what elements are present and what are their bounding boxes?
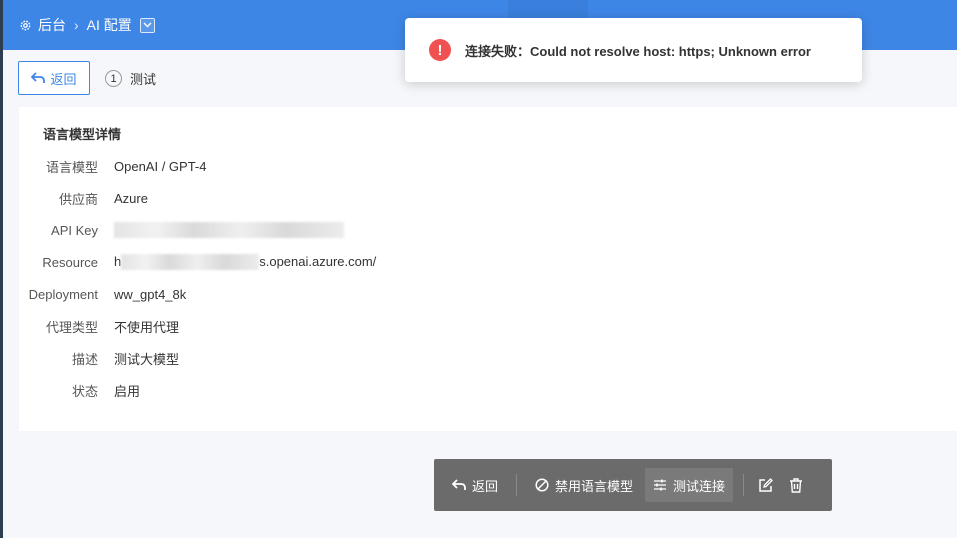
test-connection-button[interactable]: 测试连接	[645, 468, 734, 502]
field-value: 测试大模型	[114, 351, 180, 367]
return-icon	[452, 479, 466, 491]
field-label: API Key	[51, 222, 98, 238]
breadcrumb-ai-config[interactable]: AI 配置	[87, 15, 155, 35]
field-status: 状态 启用	[19, 380, 140, 400]
field-value: Azure	[114, 190, 148, 206]
gear-icon	[19, 19, 32, 32]
field-value: ww_gpt4_8k	[114, 286, 187, 302]
test-connection-label: 测试连接	[673, 478, 726, 494]
field-value-redacted	[114, 222, 344, 239]
breadcrumb-home-label: 后台	[38, 17, 66, 33]
back-button-label: 返回	[50, 71, 77, 87]
field-value: 启用	[114, 383, 141, 399]
resource-prefix: h	[114, 253, 122, 269]
action-back-button[interactable]: 返回	[444, 468, 506, 502]
breadcrumb-ai-config-label: AI 配置	[86, 17, 132, 33]
field-label: 描述	[71, 351, 98, 367]
error-toast: ! 连接失败：Could not resolve host: https; Un…	[405, 18, 862, 82]
field-value: 不使用代理	[114, 319, 180, 335]
field-value: h s.openai.azure.com/	[114, 254, 376, 271]
error-icon: !	[429, 39, 451, 61]
sliders-icon	[653, 479, 667, 491]
field-api-key: API Key	[19, 220, 344, 240]
breadcrumb: 后台 › AI 配置	[19, 0, 155, 50]
field-deployment: Deployment ww_gpt4_8k	[19, 284, 187, 304]
divider	[516, 474, 518, 496]
toast-message: 连接失败：Could not resolve host: https; Unkn…	[465, 43, 811, 59]
edit-icon	[758, 477, 773, 493]
step-number: 1	[105, 70, 122, 87]
field-label: Deployment	[28, 286, 98, 302]
redacted-block	[114, 222, 344, 239]
edit-button[interactable]	[750, 468, 781, 502]
left-edge	[0, 0, 3, 538]
action-bar: 返回 禁用语言模型 测试连接	[434, 459, 832, 511]
field-model: 语言模型 OpenAI / GPT-4	[19, 156, 207, 176]
detail-card: 语言模型详情 语言模型 OpenAI / GPT-4 供应商 Azure API…	[19, 107, 957, 431]
back-button[interactable]: 返回	[18, 61, 90, 95]
redacted-block	[121, 254, 260, 271]
disable-model-label: 禁用语言模型	[555, 478, 634, 494]
field-label: 供应商	[58, 191, 98, 207]
field-provider: 供应商 Azure	[19, 188, 148, 208]
breadcrumb-home[interactable]: 后台	[19, 15, 66, 35]
field-proxy-type: 代理类型 不使用代理	[19, 316, 179, 336]
field-resource: Resource h s.openai.azure.com/	[19, 252, 376, 272]
chevron-down-icon[interactable]	[139, 17, 155, 33]
step-indicator: 1 测试	[105, 69, 156, 88]
divider	[743, 474, 745, 496]
action-back-label: 返回	[472, 478, 499, 494]
detail-title: 语言模型详情	[43, 127, 122, 142]
return-icon	[31, 72, 46, 84]
step-label: 测试	[130, 72, 157, 87]
field-label: 代理类型	[45, 319, 98, 335]
field-description: 描述 测试大模型	[19, 348, 179, 368]
field-value: OpenAI / GPT-4	[114, 158, 207, 174]
breadcrumb-separator-icon: ›	[74, 17, 79, 33]
field-label: Resource	[42, 254, 98, 270]
disable-model-button[interactable]: 禁用语言模型	[527, 468, 641, 502]
ban-icon	[535, 478, 549, 492]
field-label: 语言模型	[45, 159, 98, 175]
delete-button[interactable]	[781, 468, 811, 502]
field-label: 状态	[71, 383, 98, 399]
trash-icon	[789, 477, 803, 493]
resource-suffix: s.openai.azure.com/	[259, 253, 377, 269]
